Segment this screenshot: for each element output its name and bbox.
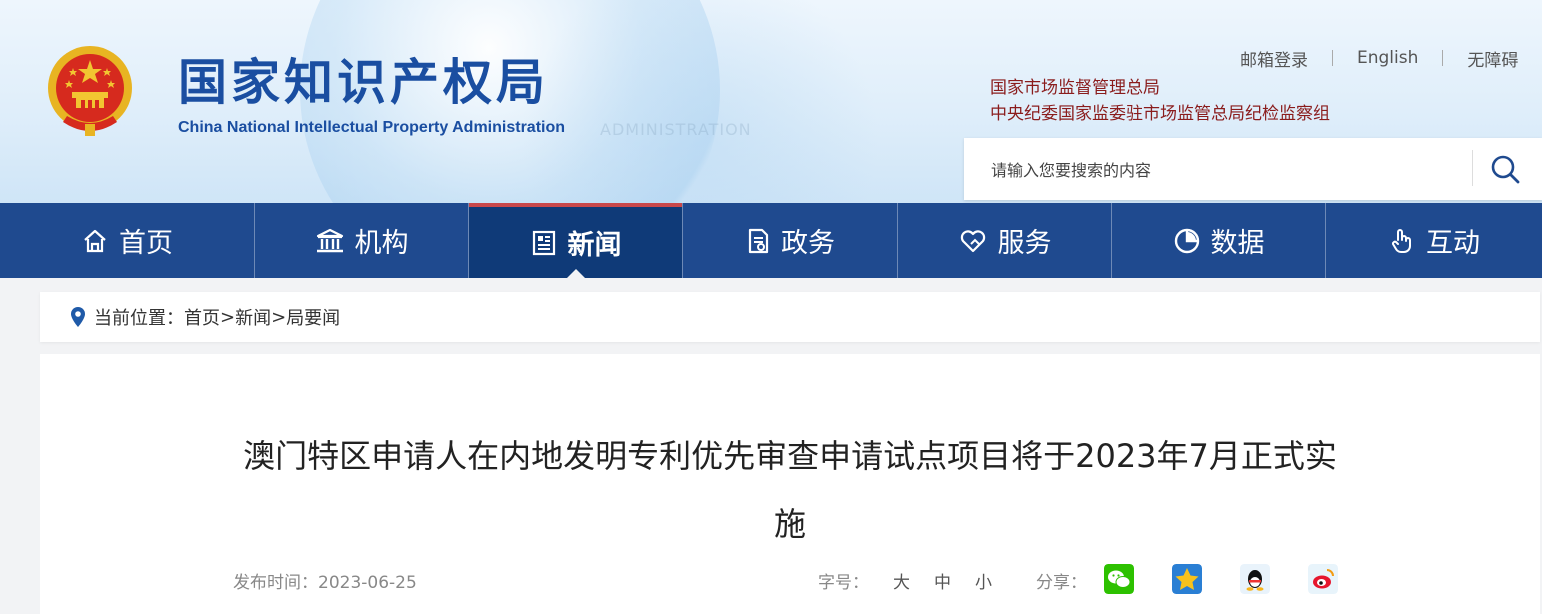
nav-item-affairs[interactable]: 政务 (683, 203, 897, 278)
samr-link[interactable]: 国家市场监督管理总局 (990, 75, 1330, 101)
divider (1442, 50, 1444, 66)
breadcrumb-sep: > (271, 306, 287, 328)
nav-item-institution[interactable]: 机构 (255, 203, 468, 278)
search-input[interactable] (989, 154, 1433, 186)
search-box (964, 138, 1542, 200)
font-size-small[interactable]: 小 (975, 568, 992, 593)
share-label: 分享： (1036, 573, 1087, 593)
document-icon (748, 228, 769, 253)
weibo-icon[interactable] (1308, 564, 1338, 594)
site-header: ADMINISTRATION 国家知识产权局 China National In… (0, 0, 1542, 203)
top-links: 邮箱登录 English 无障碍 (1240, 46, 1518, 71)
nav-item-interaction[interactable]: 互动 (1326, 203, 1542, 278)
nav-label: 首页 (119, 228, 173, 259)
nav-label: 机构 (354, 228, 409, 259)
publish-date-value: 2023-06-25 (318, 573, 417, 593)
globe-glow (520, 0, 880, 203)
gov-links: 国家市场监督管理总局 中央纪委国家监委驻市场监管总局纪检监察组 (990, 75, 1330, 127)
nav-label: 新闻 (567, 230, 622, 261)
nav-label: 数据 (1210, 228, 1265, 259)
search-divider (1472, 150, 1473, 186)
breadcrumb-home[interactable]: 首页 (184, 304, 220, 330)
font-size-medium[interactable]: 中 (934, 568, 951, 593)
font-size-large[interactable]: 大 (893, 568, 910, 593)
nav-item-data[interactable]: 数据 (1112, 203, 1325, 278)
divider (1332, 50, 1333, 66)
nav-item-services[interactable]: 服务 (898, 203, 1111, 278)
newspaper-icon (532, 230, 555, 255)
breadcrumb-prefix: 当前位置： (94, 308, 184, 329)
nav-item-home[interactable]: 首页 (0, 203, 254, 278)
mail-login-link[interactable]: 邮箱登录 (1240, 46, 1308, 71)
article-title: 澳门特区申请人在内地发明专利优先审查申请试点项目将于2023年7月正式实施 (243, 437, 1337, 543)
pie-chart-icon (1174, 228, 1199, 253)
site-logo-chinese[interactable]: 国家知识产权局 (178, 54, 549, 112)
national-emblem-icon[interactable] (45, 44, 135, 140)
wechat-icon[interactable] (1104, 564, 1134, 594)
nav-item-news[interactable]: 新闻 (469, 203, 682, 278)
discipline-inspection-link[interactable]: 中央纪委国家监委驻市场监管总局纪检监察组 (990, 101, 1330, 127)
building-icon (316, 228, 343, 252)
location-pin-icon (71, 307, 85, 327)
home-icon (84, 229, 106, 252)
qzone-icon[interactable] (1172, 564, 1202, 594)
site-logo-english[interactable]: China National Intellectual Property Adm… (178, 119, 565, 137)
article-panel: 澳门特区申请人在内地发明专利优先审查申请试点项目将于2023年7月正式实施 发布… (40, 354, 1540, 614)
breadcrumb-bureau-news[interactable]: 局要闻 (286, 304, 340, 330)
heart-hand-icon (960, 229, 985, 252)
hand-pointer-icon (1392, 228, 1411, 253)
publish-date: 发布时间：2023-06-25 (233, 568, 417, 593)
accessibility-link[interactable]: 无障碍 (1467, 46, 1518, 71)
qq-icon[interactable] (1240, 564, 1270, 594)
font-size-label: 字号： (818, 573, 869, 593)
header-watermark: ADMINISTRATION (600, 120, 752, 139)
nav-label: 服务 (997, 228, 1052, 259)
breadcrumb: 当前位置： 首页 > 新闻 > 局要闻 (40, 292, 1540, 342)
english-link[interactable]: English (1357, 48, 1418, 68)
search-icon[interactable] (1486, 150, 1526, 188)
publish-date-label: 发布时间： (233, 573, 318, 593)
nav-label: 互动 (1426, 228, 1480, 259)
breadcrumb-news[interactable]: 新闻 (235, 304, 271, 330)
breadcrumb-sep: > (220, 306, 236, 328)
main-nav: 首页 机构 新闻 政务 服务 数据 互动 (0, 203, 1542, 278)
nav-label: 政务 (781, 228, 835, 259)
font-size-controls: 字号： 大 中 小 (818, 568, 992, 593)
